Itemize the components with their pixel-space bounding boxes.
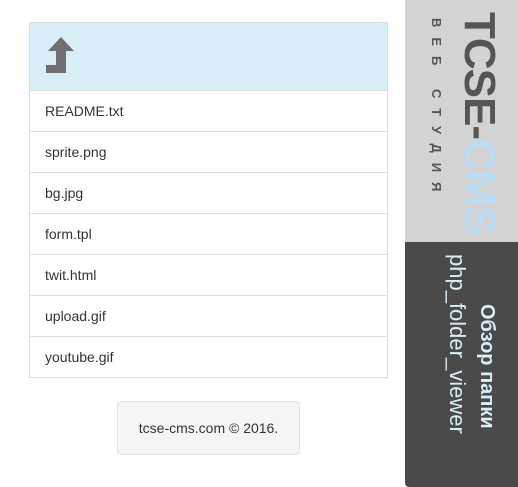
file-list: README.txt sprite.png bg.jpg form.tpl tw… (29, 22, 388, 378)
file-item[interactable]: bg.jpg (30, 173, 387, 214)
file-item[interactable]: youtube.gif (30, 337, 387, 377)
folder-name: php_folder_viewer (445, 254, 470, 434)
brand-logo[interactable]: TCSE-CMS ВЕБ СТУДИЯ (405, 0, 518, 242)
file-item[interactable]: README.txt (30, 91, 387, 132)
arrow-up-turn-icon (46, 37, 74, 73)
file-item[interactable]: sprite.png (30, 132, 387, 173)
brand-title-main: TCSE- (455, 12, 504, 139)
brand-subtitle: ВЕБ СТУДИЯ (429, 18, 444, 202)
file-item[interactable]: upload.gif (30, 296, 387, 337)
parent-folder-button[interactable] (30, 23, 387, 91)
file-item[interactable]: form.tpl (30, 214, 387, 255)
info-panel: Обзор папки php_folder_viewer (405, 242, 518, 487)
footer: tcse-cms.com © 2016. (117, 401, 300, 455)
brand-title: TCSE-CMS (455, 12, 504, 234)
file-item[interactable]: twit.html (30, 255, 387, 296)
footer-text: tcse-cms.com © 2016. (138, 420, 279, 436)
brand-title-accent: CMS (455, 139, 504, 234)
info-title: Обзор папки (476, 304, 498, 429)
